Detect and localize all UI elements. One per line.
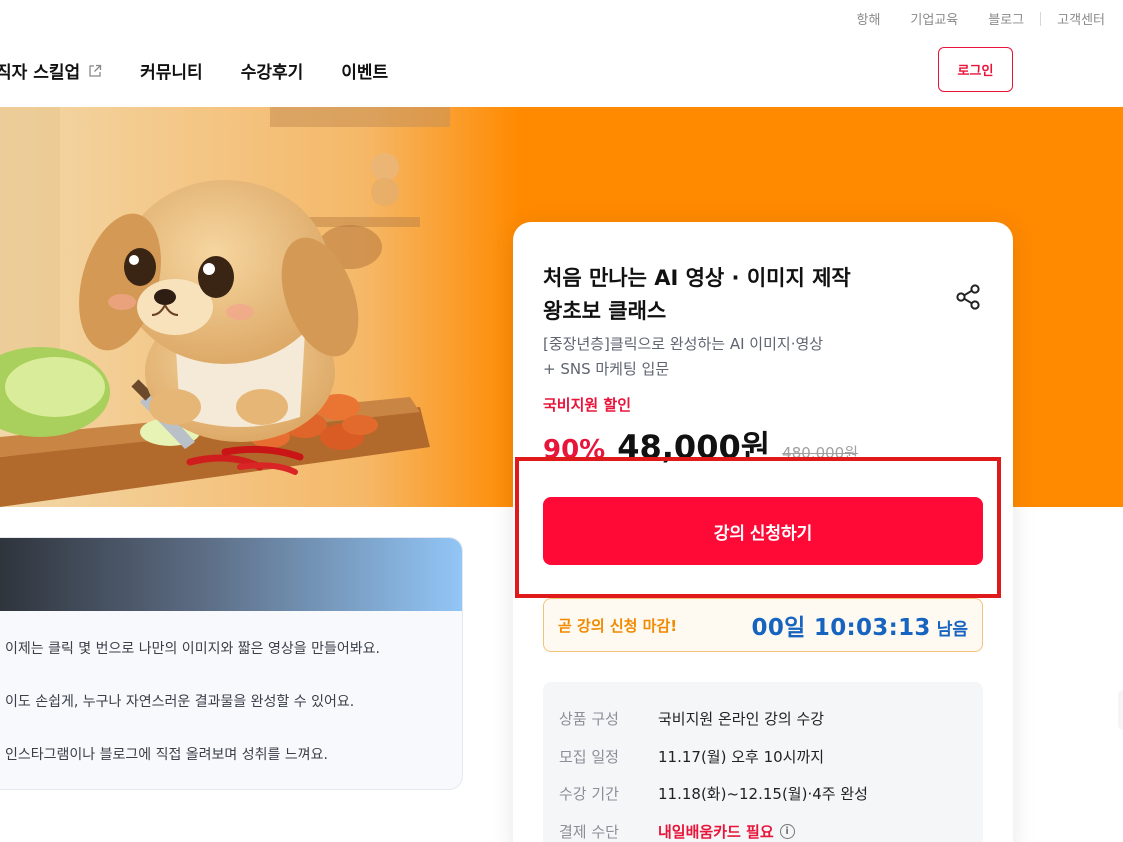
share-icon[interactable]: [953, 282, 983, 312]
nav-item-events[interactable]: 이벤트: [341, 58, 388, 83]
puppy-chef-illustration: [0, 107, 520, 507]
payment-requirement: 내일배움카드 필요: [658, 822, 774, 841]
info-row: 상품 구성 국비지원 온라인 강의 수강: [559, 700, 983, 738]
nav-item-community[interactable]: 커뮤니티: [140, 58, 203, 83]
support-discount-label: 국비지원 할인: [543, 396, 632, 414]
intro-line: 이제는 클릭 몇 번으로 나만의 이미지와 짧은 영상을 만들어봐요.: [5, 641, 380, 657]
util-link-support[interactable]: 고객센터: [1057, 9, 1105, 28]
info-key: 결제 수단: [559, 822, 619, 841]
info-value: 11.17(월) 오후 10시까지: [658, 747, 825, 766]
countdown: 00일 10:03:13 남음: [752, 608, 968, 642]
main-nav: 직자 스킬업 커뮤니티 수강후기 이벤트: [0, 58, 426, 83]
countdown-time: 00일 10:03:13: [751, 615, 931, 641]
nav-item-reviews[interactable]: 수강후기: [241, 58, 304, 83]
course-subtitle: [중장년층]클릭으로 완성하는 AI 이미지·영상 + SNS 마케팅 입문: [543, 332, 943, 382]
course-title-line: 왕초보 클래스: [543, 299, 667, 323]
course-intro-card: 이제는 클릭 몇 번으로 나만의 이미지와 짧은 영상을 만들어봐요. 이도 손…: [0, 537, 463, 790]
info-circle-icon[interactable]: i: [779, 823, 795, 839]
course-subtitle-line: + SNS 마케팅 입문: [543, 360, 670, 378]
info-row: 모집 일정 11.17(월) 오후 10시까지: [559, 738, 983, 776]
info-key: 수강 기간: [559, 785, 619, 804]
course-info-table: 상품 구성 국비지원 온라인 강의 수강 모집 일정 11.17(월) 오후 1…: [543, 682, 983, 842]
info-value: 11.18(화)~12.15(월)·4주 완성: [658, 785, 868, 804]
intro-list: 이제는 클릭 몇 번으로 나만의 이미지와 짧은 영상을 만들어봐요. 이도 손…: [0, 611, 462, 770]
util-divider: [1040, 11, 1042, 26]
nav-item-label: 직자 스킬업: [0, 63, 81, 83]
utility-links: 항해 기업교육 블로그 고객센터: [827, 9, 1105, 28]
floating-widget-edge: [1118, 690, 1123, 730]
intro-card-banner: [0, 538, 462, 611]
course-title-line: 처음 만나는 AI 영상 · 이미지 제작: [543, 266, 851, 290]
highlight-box: [515, 457, 1001, 598]
util-link-blog[interactable]: 블로그: [988, 9, 1024, 28]
course-subtitle-line: [중장년층]클릭으로 완성하는 AI 이미지·영상: [543, 335, 824, 353]
course-title: 처음 만나는 AI 영상 · 이미지 제작 왕초보 클래스: [543, 262, 923, 328]
info-value: 국비지원 온라인 강의 수강: [658, 710, 825, 729]
intro-line: 이도 손쉽게, 누구나 자연스러운 결과물을 완성할 수 있어요.: [5, 694, 355, 710]
deadline-label: 곧 강의 신청 마감!: [558, 616, 678, 635]
nav-item-skillup[interactable]: 직자 스킬업: [0, 58, 102, 83]
info-key: 상품 구성: [559, 710, 619, 729]
external-link-icon: [89, 64, 102, 77]
info-row: 결제 수단 내일배움카드 필요 i: [559, 813, 983, 842]
info-value-payment: 내일배움카드 필요 i: [658, 821, 795, 842]
login-button[interactable]: 로그인: [938, 47, 1013, 92]
info-row: 수강 기간 11.18(화)~12.15(월)·4주 완성: [559, 775, 983, 813]
util-link-hanghae[interactable]: 항해: [857, 9, 881, 28]
info-key: 모집 일정: [559, 747, 619, 766]
util-link-enterprise[interactable]: 기업교육: [910, 9, 958, 28]
deadline-banner: 곧 강의 신청 마감! 00일 10:03:13 남음: [543, 598, 983, 652]
countdown-remaining-label: 남음: [936, 620, 968, 640]
intro-line: 인스타그램이나 블로그에 직접 올려보며 성취를 느껴요.: [5, 747, 328, 763]
